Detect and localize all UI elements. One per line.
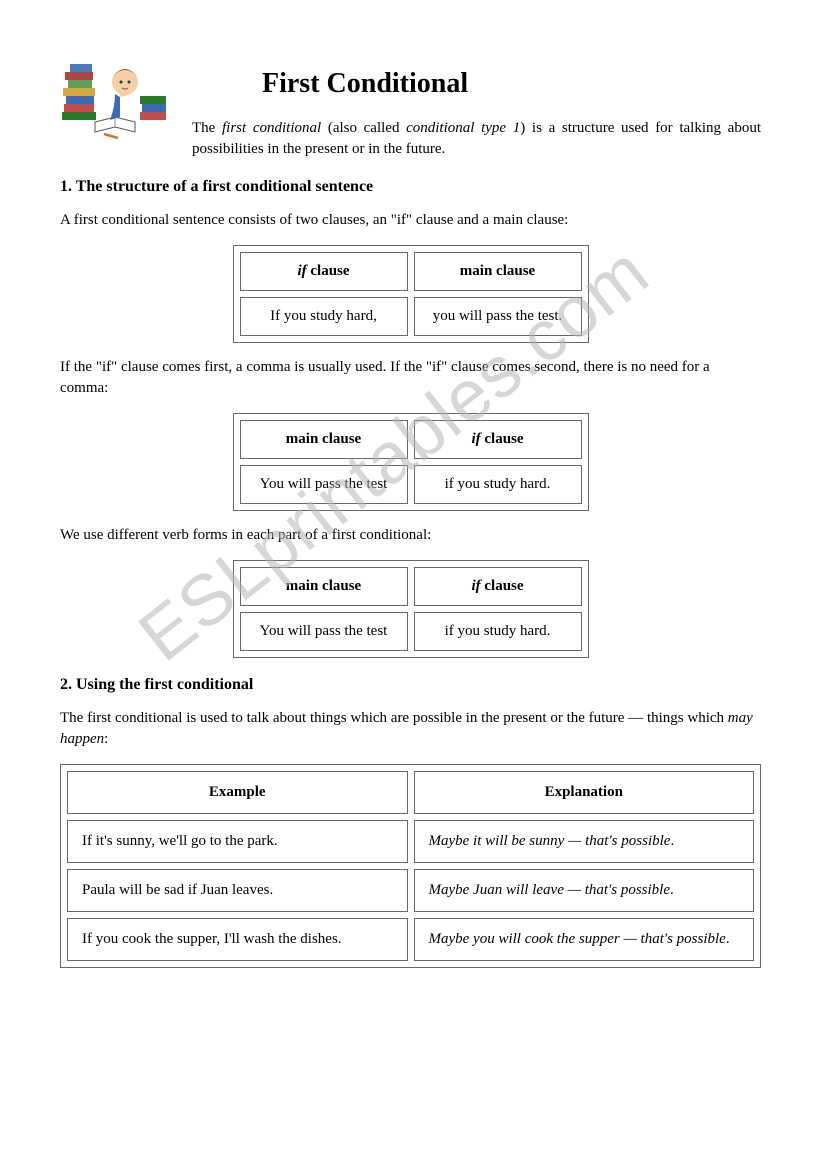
ex-row-2-explanation: Maybe you will cook the supper — that's … <box>414 918 755 961</box>
t2-h2-if: if <box>471 431 480 447</box>
t1-h1-if: if <box>297 263 306 279</box>
ex-row-0-explanation: Maybe it will be sunny — that's possible… <box>414 820 755 863</box>
t3-c2: if you study hard. <box>414 612 582 651</box>
t1-c2: you will pass the test. <box>414 297 582 336</box>
ex-row-0-example: If it's sunny, we'll go to the park. <box>67 820 408 863</box>
section1-p1: A first conditional sentence consists of… <box>60 210 761 231</box>
intro-paragraph: The first conditional (also called condi… <box>192 118 761 160</box>
ex-row-2-exp-text: Maybe you will cook the supper — that's … <box>429 931 726 947</box>
section2-heading: 2. Using the first conditional <box>60 676 761 694</box>
clause-table-3: main clause if clause You will pass the … <box>233 560 589 658</box>
intro-d: conditional type 1 <box>406 120 520 136</box>
t3-c1: You will pass the test <box>240 612 408 651</box>
section2-p1: The first conditional is used to talk ab… <box>60 708 761 750</box>
t3-h2-clause: clause <box>481 578 524 594</box>
header-text: First Conditional The first conditional … <box>192 50 761 160</box>
ex-header-example: Example <box>67 771 408 814</box>
student-books-illustration <box>60 42 170 142</box>
t1-c1: If you study hard, <box>240 297 408 336</box>
t1-h1-clause: clause <box>307 263 350 279</box>
examples-table: Example Explanation If it's sunny, we'll… <box>60 764 761 968</box>
t3-h2: if clause <box>414 567 582 606</box>
intro-c: (also called <box>321 120 406 136</box>
clause-table-1: if clause main clause If you study hard,… <box>233 245 589 343</box>
t2-h2: if clause <box>414 420 582 459</box>
ex-row-0-exp-text: Maybe it will be sunny — that's possible <box>429 833 671 849</box>
section1-p3: We use different verb forms in each part… <box>60 525 761 546</box>
ex-row-2-example: If you cook the supper, I'll wash the di… <box>67 918 408 961</box>
s2-p1-a: The first conditional is used to talk ab… <box>60 710 728 726</box>
clause-table-2: main clause if clause You will pass the … <box>233 413 589 511</box>
t3-h1: main clause <box>240 567 408 606</box>
intro-b: first conditional <box>222 120 321 136</box>
t1-h1: if clause <box>240 252 408 291</box>
ex-row-1-explanation: Maybe Juan will leave — that's possible. <box>414 869 755 912</box>
ex-row-1-exp-text: Maybe Juan will leave — that's possible <box>429 882 671 898</box>
t3-h2-if: if <box>471 578 480 594</box>
page-title: First Conditional <box>192 68 761 100</box>
ex-row-1-example: Paula will be sad if Juan leaves. <box>67 869 408 912</box>
section1-p2: If the "if" clause comes first, a comma … <box>60 357 761 399</box>
t1-h2: main clause <box>414 252 582 291</box>
section1-heading: 1. The structure of a first conditional … <box>60 178 761 196</box>
header-row: First Conditional The first conditional … <box>60 50 761 160</box>
ex-header-explanation: Explanation <box>414 771 755 814</box>
intro-a: The <box>192 120 222 136</box>
t2-h2-clause: clause <box>481 431 524 447</box>
t2-c1: You will pass the test <box>240 465 408 504</box>
t2-c2: if you study hard. <box>414 465 582 504</box>
s2-p1-c: : <box>104 731 108 747</box>
t2-h1: main clause <box>240 420 408 459</box>
